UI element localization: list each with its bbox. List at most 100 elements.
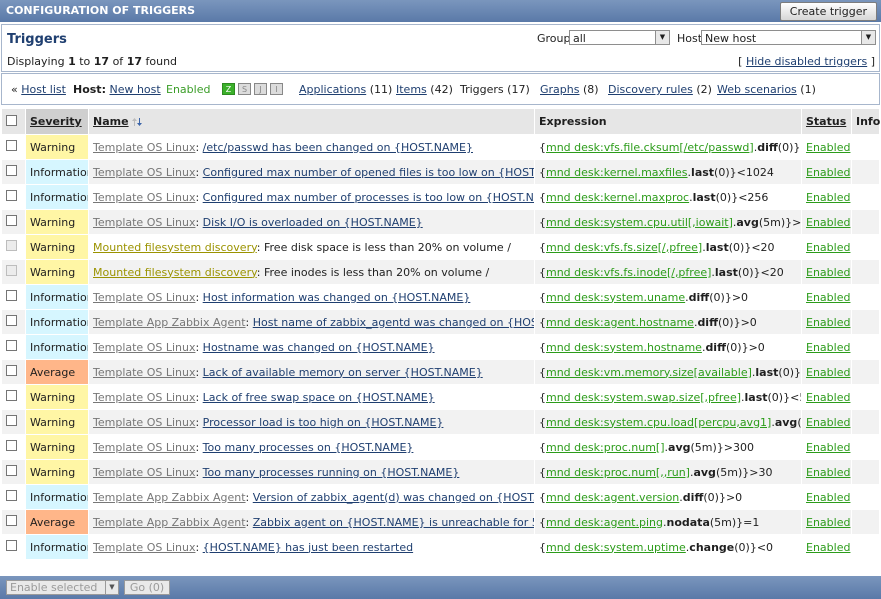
row-checkbox[interactable] <box>6 540 17 551</box>
template-link[interactable]: Template OS Linux <box>93 441 195 454</box>
item-key-link[interactable]: mnd desk:system.uname <box>546 291 685 304</box>
item-key-link[interactable]: mnd desk:vfs.fs.inode[/,pfree] <box>546 266 711 279</box>
item-key-link[interactable]: mnd desk:agent.version <box>546 491 679 504</box>
status-link[interactable]: Enabled <box>806 266 850 279</box>
template-link[interactable]: Template OS Linux <box>93 341 195 354</box>
template-link[interactable]: Mounted filesystem discovery <box>93 266 257 279</box>
template-link[interactable]: Template OS Linux <box>93 541 195 554</box>
item-key-link[interactable]: mnd desk:vfs.file.cksum[/etc/passwd] <box>546 141 754 154</box>
trigger-name-link[interactable]: Version of zabbix_agent(d) was changed o… <box>253 491 534 504</box>
trigger-name-link[interactable]: Lack of available memory on server {HOST… <box>203 366 483 379</box>
status-header[interactable]: Status <box>801 108 852 135</box>
status-link[interactable]: Enabled <box>806 516 850 529</box>
row-checkbox[interactable] <box>6 190 17 201</box>
row-checkbox[interactable] <box>6 315 17 326</box>
status-link[interactable]: Enabled <box>806 366 850 379</box>
template-link[interactable]: Template OS Linux <box>93 291 195 304</box>
items-link[interactable]: Items <box>396 83 427 96</box>
trigger-name-link[interactable]: Disk I/O is overloaded on {HOST.NAME} <box>203 216 423 229</box>
mass-action-select[interactable]: Enable selected ▼ <box>6 580 119 595</box>
row-checkbox[interactable] <box>6 215 17 226</box>
status-link[interactable]: Enabled <box>806 541 850 554</box>
trigger-name-link[interactable]: Too many processes on {HOST.NAME} <box>203 441 414 454</box>
row-checkbox[interactable] <box>6 415 17 426</box>
trigger-name-link[interactable]: Host name of zabbix_agentd was changed o… <box>253 316 534 329</box>
host-list-link[interactable]: Host list <box>21 83 66 96</box>
item-key-link[interactable]: mnd desk:agent.ping <box>546 516 663 529</box>
web-scenarios-link[interactable]: Web scenarios <box>717 83 797 96</box>
hide-disabled-link[interactable]: Hide disabled triggers <box>746 55 867 68</box>
template-link[interactable]: Mounted filesystem discovery <box>93 241 257 254</box>
status-link[interactable]: Enabled <box>806 341 850 354</box>
group-select[interactable]: all ▼ <box>569 30 670 45</box>
trigger-name-link[interactable]: Processor load is too high on {HOST.NAME… <box>203 416 444 429</box>
template-link[interactable]: Template OS Linux <box>93 416 195 429</box>
status-link[interactable]: Enabled <box>806 166 850 179</box>
row-checkbox[interactable] <box>6 290 17 301</box>
host-select[interactable]: New host ▼ <box>701 30 876 45</box>
row-checkbox[interactable] <box>6 340 17 351</box>
status-link[interactable]: Enabled <box>806 491 850 504</box>
item-key-link[interactable]: mnd desk:proc.num[,,run] <box>546 466 690 479</box>
status-header-label[interactable]: Status <box>806 115 846 128</box>
row-checkbox[interactable] <box>6 140 17 151</box>
row-checkbox[interactable] <box>6 490 17 501</box>
trigger-name-link[interactable]: Lack of free swap space on {HOST.NAME} <box>203 391 435 404</box>
row-checkbox[interactable] <box>6 515 17 526</box>
create-trigger-button[interactable]: Create trigger <box>779 2 877 21</box>
template-link[interactable]: Template OS Linux <box>93 166 195 179</box>
trigger-name-link[interactable]: Configured max number of opened files is… <box>203 166 534 179</box>
select-all-checkbox[interactable] <box>6 114 17 126</box>
status-link[interactable]: Enabled <box>806 191 850 204</box>
trigger-name-link[interactable]: Too many processes running on {HOST.NAME… <box>203 466 460 479</box>
row-checkbox[interactable] <box>6 440 17 451</box>
status-link[interactable]: Enabled <box>806 216 850 229</box>
template-link[interactable]: Template OS Linux <box>93 191 195 204</box>
item-key-link[interactable]: mnd desk:kernel.maxfiles <box>546 166 688 179</box>
row-checkbox[interactable] <box>6 390 17 401</box>
row-checkbox[interactable] <box>6 465 17 476</box>
item-key-link[interactable]: mnd desk:system.cpu.load[percpu,avg1] <box>546 416 771 429</box>
applications-link[interactable]: Applications <box>299 83 366 96</box>
status-link[interactable]: Enabled <box>806 141 850 154</box>
graphs-link[interactable]: Graphs <box>540 83 579 96</box>
status-link[interactable]: Enabled <box>806 291 850 304</box>
item-key-link[interactable]: mnd desk:kernel.maxproc <box>546 191 689 204</box>
discovery-rules-link[interactable]: Discovery rules <box>608 83 693 96</box>
template-link[interactable]: Template OS Linux <box>93 216 195 229</box>
status-link[interactable]: Enabled <box>806 416 850 429</box>
go-button[interactable]: Go (0) <box>124 580 170 595</box>
status-link[interactable]: Enabled <box>806 316 850 329</box>
template-link[interactable]: Template OS Linux <box>93 391 195 404</box>
item-key-link[interactable]: mnd desk:system.uptime <box>546 541 686 554</box>
item-key-link[interactable]: mnd desk:agent.hostname <box>546 316 694 329</box>
host-name-link[interactable]: New host <box>109 83 160 96</box>
name-header-label[interactable]: Name <box>93 115 129 128</box>
item-key-link[interactable]: mnd desk:system.cpu.util[,iowait] <box>546 216 733 229</box>
trigger-name-link[interactable]: Host information was changed on {HOST.NA… <box>203 291 471 304</box>
item-key-link[interactable]: mnd desk:system.hostname <box>546 341 702 354</box>
item-key-link[interactable]: mnd desk:vfs.fs.size[/,pfree] <box>546 241 702 254</box>
trigger-name-link[interactable]: Zabbix agent on {HOST.NAME} is unreachab… <box>253 516 534 529</box>
template-link[interactable]: Template App Zabbix Agent <box>93 316 246 329</box>
item-key-link[interactable]: mnd desk:system.swap.size[,pfree] <box>546 391 741 404</box>
status-link[interactable]: Enabled <box>806 441 850 454</box>
template-link[interactable]: Template App Zabbix Agent <box>93 491 246 504</box>
trigger-name-link[interactable]: /etc/passwd has been changed on {HOST.NA… <box>203 141 473 154</box>
trigger-name-link[interactable]: Hostname was changed on {HOST.NAME} <box>203 341 435 354</box>
status-link[interactable]: Enabled <box>806 241 850 254</box>
name-header[interactable]: Name <box>88 108 535 135</box>
row-checkbox[interactable] <box>6 365 17 376</box>
row-checkbox[interactable] <box>6 165 17 176</box>
severity-header[interactable]: Severity <box>25 108 89 135</box>
trigger-name-link[interactable]: {HOST.NAME} has just been restarted <box>203 541 413 554</box>
item-key-link[interactable]: mnd desk:vm.memory.size[available] <box>546 366 752 379</box>
severity-header-label[interactable]: Severity <box>30 115 82 128</box>
template-link[interactable]: Template OS Linux <box>93 141 195 154</box>
item-key-link[interactable]: mnd desk:proc.num[] <box>546 441 665 454</box>
status-link[interactable]: Enabled <box>806 466 850 479</box>
status-link[interactable]: Enabled <box>806 391 850 404</box>
template-link[interactable]: Template OS Linux <box>93 366 195 379</box>
trigger-name-link[interactable]: Configured max number of processes is to… <box>203 191 534 204</box>
template-link[interactable]: Template OS Linux <box>93 466 195 479</box>
